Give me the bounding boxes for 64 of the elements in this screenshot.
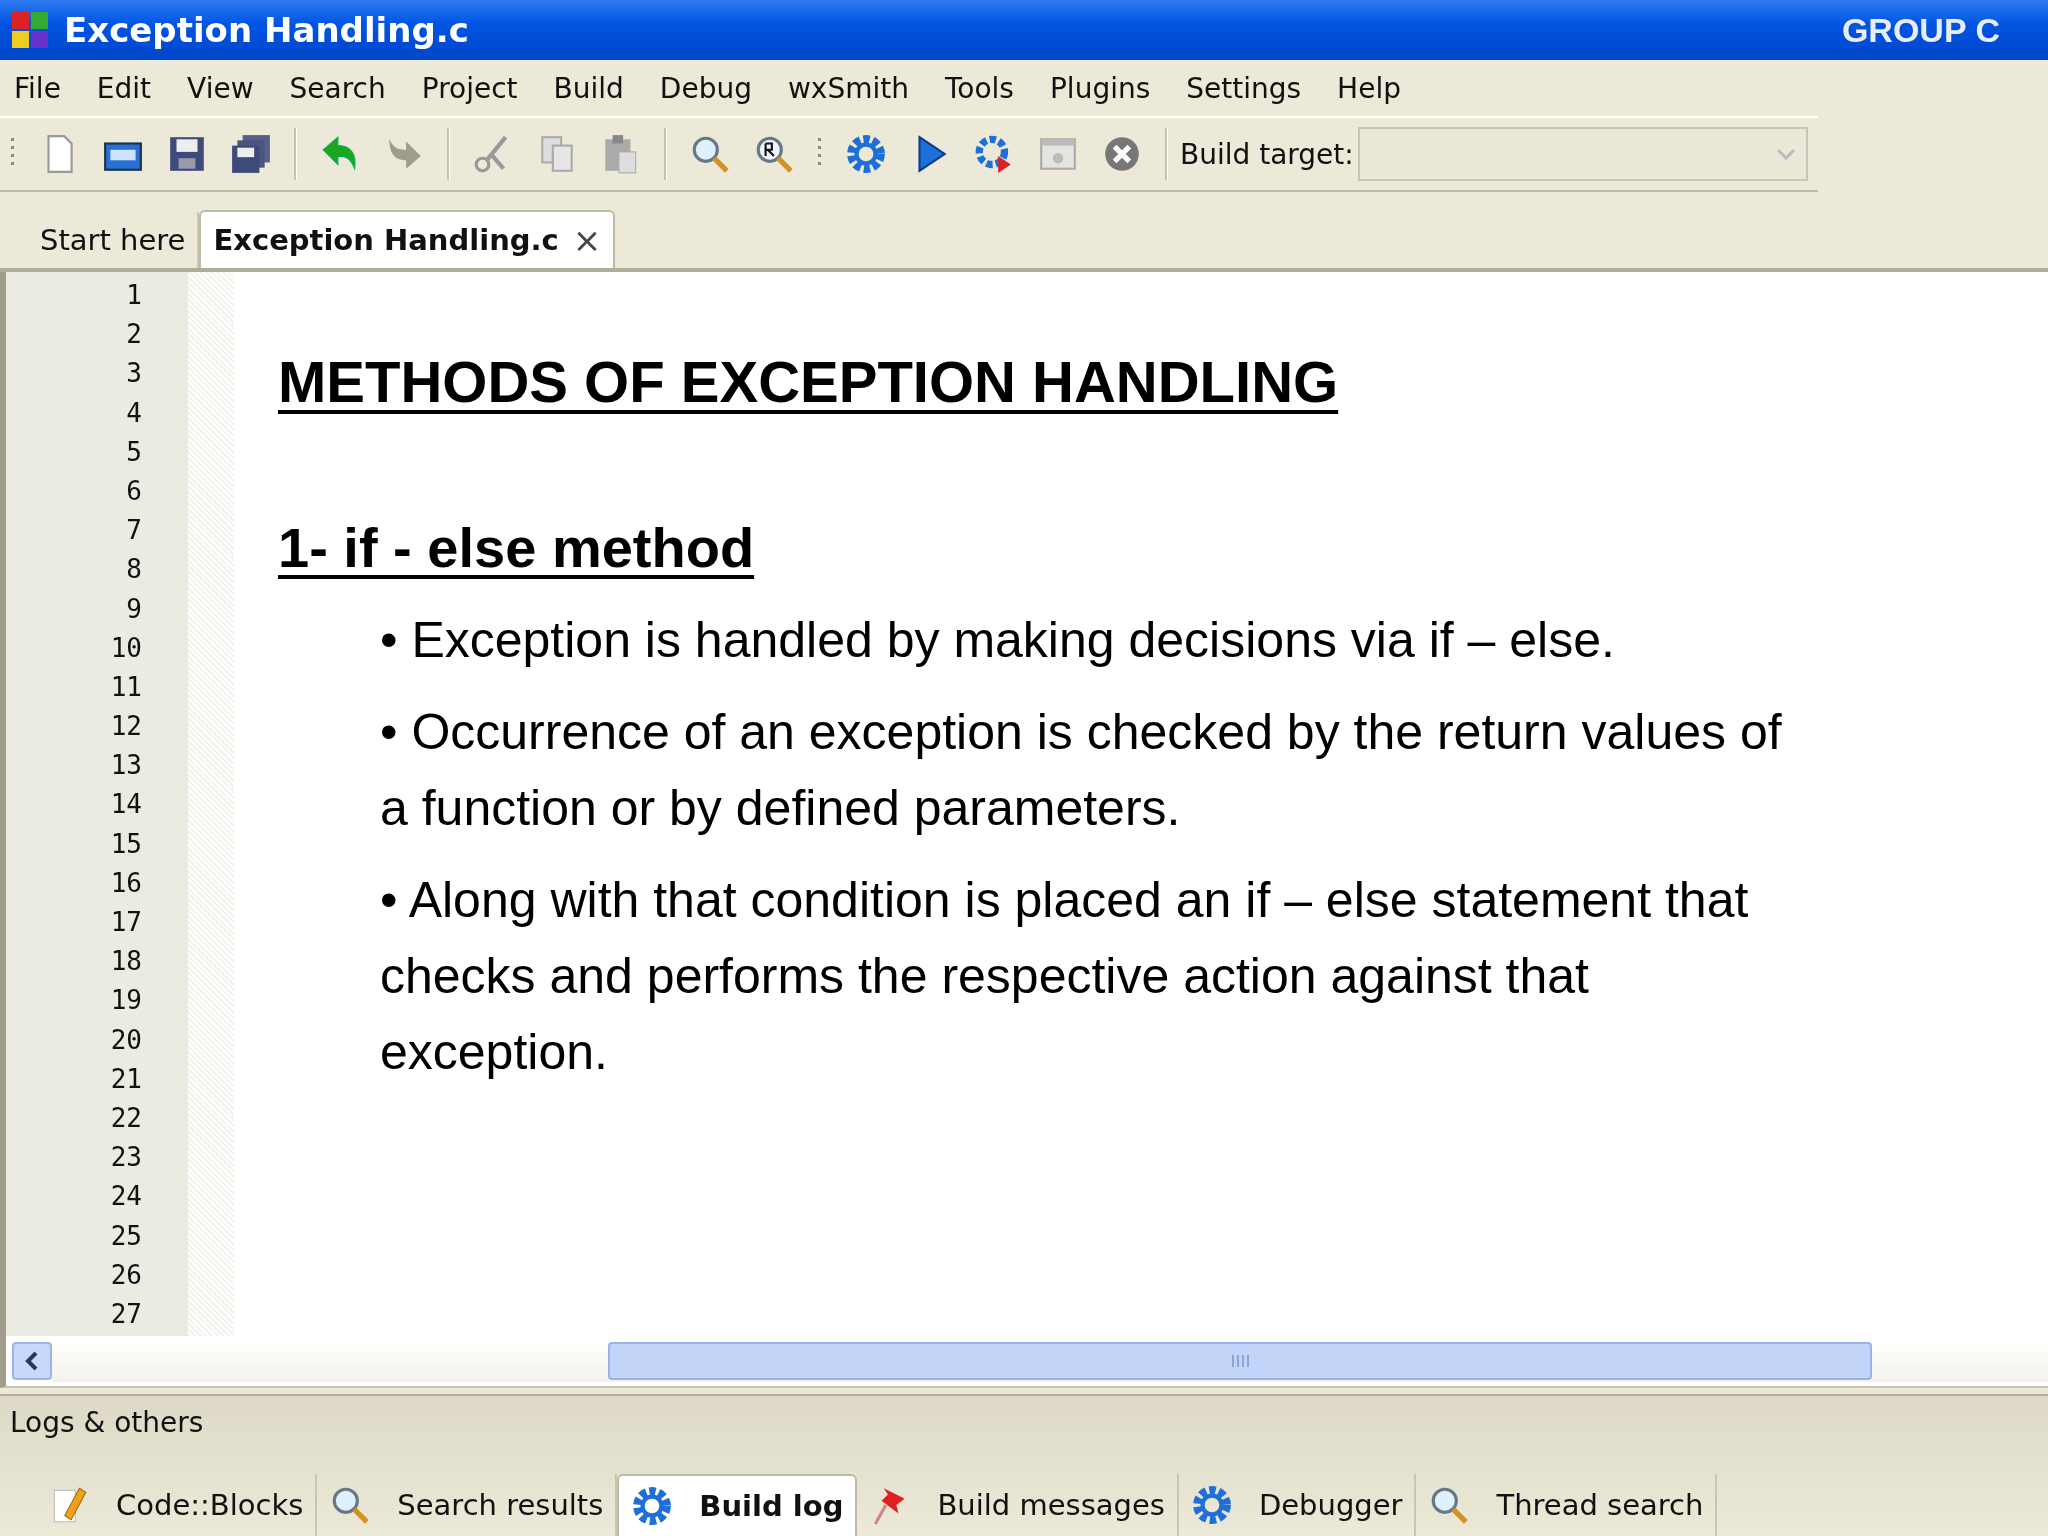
group-label: GROUP C bbox=[1841, 10, 2000, 50]
menu-item[interactable]: Search bbox=[289, 71, 386, 105]
panel-tab[interactable]: Code::Blocks bbox=[36, 1474, 318, 1536]
line-number: 21 bbox=[110, 1062, 142, 1096]
grip-icon bbox=[1230, 1353, 1250, 1369]
line-number: 18 bbox=[110, 945, 142, 979]
menu-item[interactable]: Plugins bbox=[1049, 71, 1151, 105]
gear-icon bbox=[631, 1485, 674, 1527]
line-number: 27 bbox=[110, 1297, 142, 1331]
menu-item[interactable]: File bbox=[14, 71, 61, 105]
save-all-icon[interactable] bbox=[230, 133, 272, 175]
line-number: 16 bbox=[110, 866, 142, 900]
line-number: 7 bbox=[126, 514, 142, 548]
line-number: 22 bbox=[110, 1101, 142, 1135]
panel-tab[interactable]: Debugger bbox=[1178, 1474, 1417, 1536]
line-number: 3 bbox=[126, 357, 142, 391]
app-icon bbox=[10, 10, 50, 50]
line-number: 24 bbox=[110, 1180, 142, 1214]
window-title: Exception Handling.c bbox=[64, 10, 469, 50]
line-number: 26 bbox=[110, 1258, 142, 1292]
line-number: 14 bbox=[110, 788, 142, 822]
slide-heading: METHODS OF EXCEPTION HANDLING bbox=[278, 348, 1339, 415]
menu-item[interactable]: Debug bbox=[659, 71, 752, 105]
line-number: 6 bbox=[126, 474, 142, 508]
line-number: 10 bbox=[110, 631, 142, 665]
panel-title: Logs & others bbox=[9, 1405, 205, 1441]
line-number: 13 bbox=[110, 749, 142, 783]
menu-item[interactable]: View bbox=[187, 71, 254, 105]
menu-item[interactable]: wxSmith bbox=[787, 71, 909, 105]
menu-item[interactable]: Project bbox=[421, 71, 518, 105]
bullet-paragraph: • Occurrence of an exception is checked by the return values of a function or by defined parameters. bbox=[380, 703, 1783, 838]
line-number: 11 bbox=[110, 670, 142, 704]
close-icon[interactable]: × bbox=[572, 220, 602, 260]
menu-item[interactable]: Settings bbox=[1186, 71, 1302, 105]
line-number: 2 bbox=[126, 318, 142, 352]
scroll-left-button[interactable] bbox=[12, 1342, 52, 1380]
line-number: 15 bbox=[110, 827, 142, 861]
gear-icon[interactable] bbox=[845, 133, 887, 175]
line-number: 23 bbox=[110, 1141, 142, 1175]
panel-tab[interactable]: Build messages bbox=[857, 1474, 1179, 1536]
editor-tab[interactable]: Exception Handling.c × bbox=[199, 210, 616, 268]
panel-tab[interactable]: Thread search bbox=[1416, 1474, 1718, 1536]
line-number: 12 bbox=[110, 710, 142, 744]
bullet-paragraph: • Exception is handled by making decisions via if – else. bbox=[380, 611, 1616, 670]
caret-icon bbox=[1775, 148, 1796, 160]
build-target-label: Build target: bbox=[1180, 137, 1354, 171]
menu-item[interactable]: Tools bbox=[945, 71, 1014, 105]
line-number: 4 bbox=[126, 396, 142, 430]
line-number: 8 bbox=[126, 553, 142, 587]
gear-icon bbox=[1190, 1484, 1233, 1526]
line-number: 5 bbox=[126, 435, 142, 469]
line-number: 20 bbox=[110, 1023, 142, 1057]
line-number: 9 bbox=[126, 592, 142, 626]
line-number: 1 bbox=[126, 279, 142, 312]
panel-tab[interactable]: Build log bbox=[617, 1474, 858, 1536]
scrollbar-thumb[interactable] bbox=[608, 1342, 1872, 1380]
menu-item[interactable]: Edit bbox=[96, 71, 152, 105]
line-number: 17 bbox=[110, 906, 142, 939]
bullet-paragraph: • Along with that condition is placed an if – else statement that checks and performs the respective action against that exception. bbox=[380, 871, 1750, 1082]
section-heading: 1- if - else method bbox=[278, 515, 755, 580]
menu-item[interactable]: Build bbox=[553, 71, 624, 105]
line-number: 19 bbox=[110, 984, 142, 1018]
menu-item[interactable]: Help bbox=[1337, 71, 1401, 105]
line-number: 25 bbox=[110, 1219, 142, 1253]
